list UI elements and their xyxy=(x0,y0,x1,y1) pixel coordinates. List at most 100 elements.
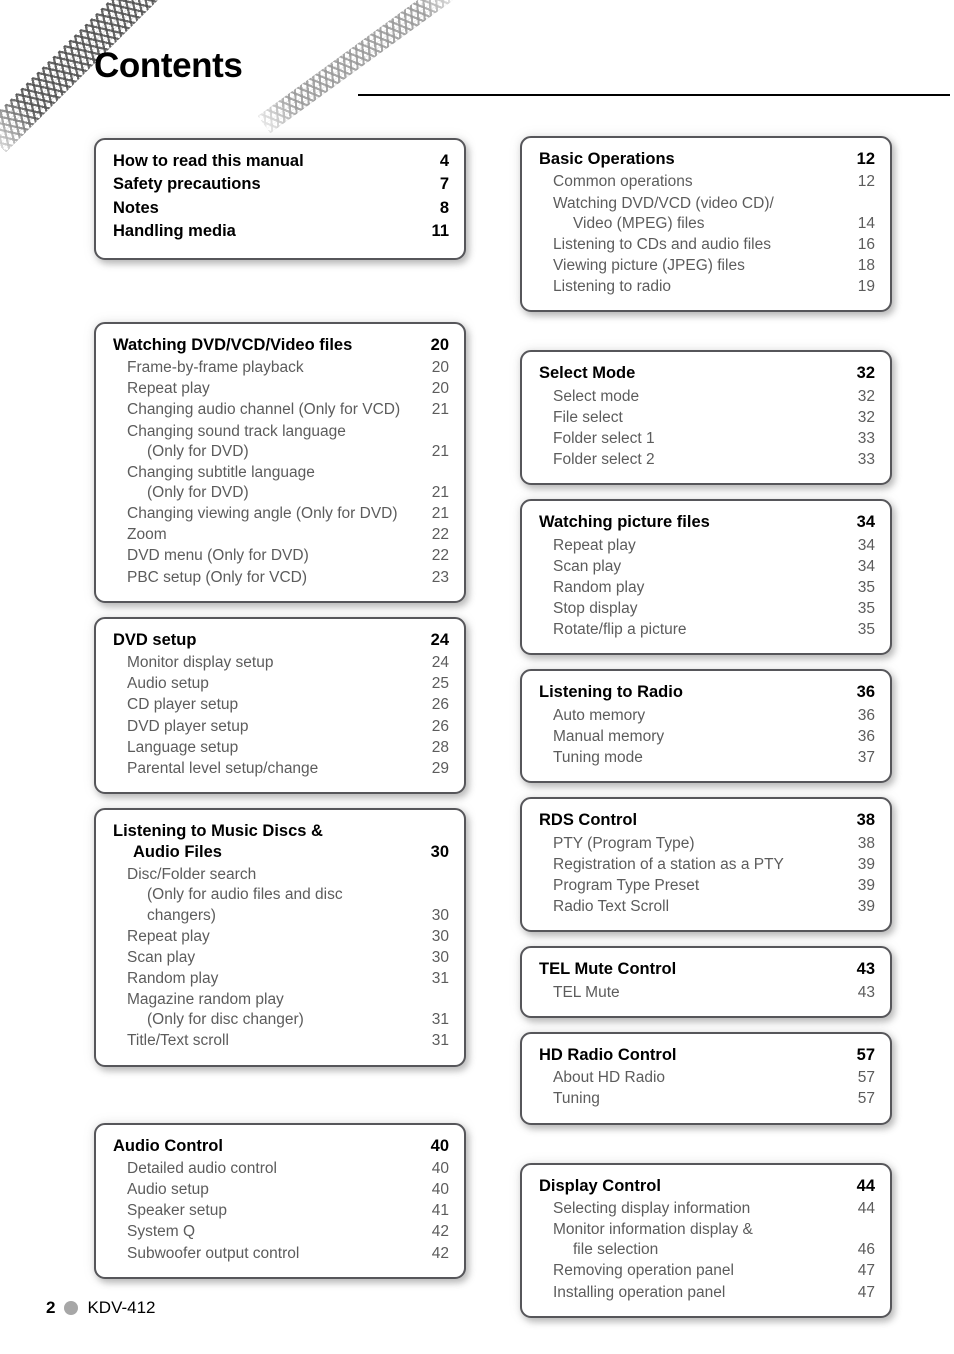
toc-entry-heading[interactable]: HD Radio Control 57 xyxy=(539,1045,875,1066)
toc-entry-heading[interactable]: Notes 8 xyxy=(113,198,449,219)
toc-entry-item[interactable]: Repeat play 30 xyxy=(113,927,449,947)
toc-entry-item[interactable]: DVD player setup 26 xyxy=(113,717,449,737)
toc-entry-item[interactable]: Repeat play 34 xyxy=(539,536,875,556)
toc-entry-item[interactable]: Selecting display information 44 xyxy=(539,1199,875,1219)
toc-entry-item[interactable]: Magazine random play (Only for disc chang… xyxy=(113,990,449,1030)
decorative-braid-band-secondary xyxy=(258,0,457,133)
toc-entry-item[interactable]: File select 32 xyxy=(539,408,875,428)
toc-entry-page-number: 30 xyxy=(431,948,449,966)
toc-entry-item[interactable]: Radio Text Scroll 39 xyxy=(539,897,875,917)
toc-entry-item[interactable]: CD player setup 26 xyxy=(113,695,449,715)
toc-entry-title: Changing subtitle language (Only for DVD) xyxy=(127,463,421,503)
toc-entry-item[interactable]: Frame-by-frame playback 20 xyxy=(113,358,449,378)
toc-entry-title: Watching DVD/VCD (video CD)/Video (MPEG)… xyxy=(553,194,847,234)
toc-entry-page-number: 35 xyxy=(857,621,875,639)
display-control-box: Display Control 44 Selecting display infor… xyxy=(520,1162,892,1318)
toc-entry-heading[interactable]: RDS Control 38 xyxy=(539,810,875,831)
toc-entry-item[interactable]: Tuning mode 37 xyxy=(539,748,875,768)
toc-entry-heading[interactable]: Listening to Music Discs & Audio Files 30 xyxy=(113,821,449,863)
toc-entry-title: Changing audio channel (Only for VCD) xyxy=(127,401,401,419)
toc-entry-title: Listening to radio xyxy=(553,278,672,296)
toc-entry-item[interactable]: Folder select 1 33 xyxy=(539,429,875,449)
toc-entry-heading[interactable]: Safety precautions 7 xyxy=(113,174,449,195)
toc-entry-title: Repeat play xyxy=(127,380,210,398)
toc-entry-item[interactable]: Detailed audio control 40 xyxy=(113,1159,449,1179)
toc-entry-page-number: 18 xyxy=(857,257,875,274)
toc-entry-title: Listening to Music Discs & Audio Files xyxy=(113,821,419,863)
toc-entry-heading[interactable]: Watching DVD/VCD/Video files 20 xyxy=(113,335,449,356)
toc-entry-item[interactable]: Audio setup 40 xyxy=(113,1180,449,1200)
toc-entry-page-number: 11 xyxy=(431,222,449,241)
toc-entry-heading[interactable]: How to read this manual 4 xyxy=(113,151,449,172)
toc-entry-item[interactable]: Title/Text scroll 31 xyxy=(113,1031,449,1051)
toc-entry-title: Watching picture files xyxy=(539,513,710,532)
toc-entry-item[interactable]: Rotate/flip a picture 35 xyxy=(539,620,875,640)
toc-entry-item[interactable]: Disc/Folder search (Only for audio files … xyxy=(113,865,449,925)
toc-entry-title: Display Control xyxy=(539,1176,661,1195)
toc-entry-item[interactable]: Changing audio channel (Only for VCD) 21 xyxy=(113,400,449,420)
toc-entry-item[interactable]: DVD menu (Only for DVD) 22 xyxy=(113,546,449,566)
toc-entry-item[interactable]: System Q 42 xyxy=(113,1222,449,1242)
toc-entry-item[interactable]: Registration of a station as a PTY 39 xyxy=(539,855,875,875)
toc-entry-item[interactable]: Random play 35 xyxy=(539,578,875,598)
toc-entry-item[interactable]: Parental level setup/change 29 xyxy=(113,759,449,779)
toc-entry-item[interactable]: Installing operation panel 47 xyxy=(539,1283,875,1303)
toc-entry-page-number: 31 xyxy=(431,1032,449,1050)
toc-entry-item[interactable]: Scan play 34 xyxy=(539,557,875,577)
toc-entry-item[interactable]: Speaker setup 41 xyxy=(113,1201,449,1221)
toc-entry-heading[interactable]: Select Mode 32 xyxy=(539,363,875,384)
toc-entry-item[interactable]: Scan play 30 xyxy=(113,948,449,968)
toc-entry-title: Monitor display setup xyxy=(127,654,274,672)
toc-entry-item[interactable]: PTY (Program Type) 38 xyxy=(539,834,875,854)
toc-entry-item[interactable]: Viewing picture (JPEG) files 18 xyxy=(539,256,875,276)
toc-entry-title: Title/Text scroll xyxy=(127,1032,229,1050)
toc-entry-item[interactable]: Audio setup 25 xyxy=(113,674,449,694)
toc-entry-title: Select Mode xyxy=(539,364,636,383)
toc-entry-page-number: 34 xyxy=(856,513,875,532)
toc-entry-heading[interactable]: Handling media 11 xyxy=(113,221,449,242)
toc-entry-item[interactable]: Listening to radio 19 xyxy=(539,277,875,297)
toc-entry-item[interactable]: Folder select 2 33 xyxy=(539,450,875,470)
toc-entry-heading[interactable]: TEL Mute Control 43 xyxy=(539,959,875,980)
toc-entry-title: Auto memory xyxy=(553,706,646,724)
toc-entry-item[interactable]: Subwoofer output control 42 xyxy=(113,1244,449,1264)
toc-entry-page-number: 47 xyxy=(857,1283,875,1301)
toc-entry-item[interactable]: Stop display 35 xyxy=(539,599,875,619)
toc-entry-item[interactable]: About HD Radio 57 xyxy=(539,1068,875,1088)
toc-entry-page-number: 19 xyxy=(857,278,875,296)
toc-entry-heading[interactable]: Display Control 44 xyxy=(539,1176,875,1197)
toc-entry-item[interactable]: Zoom 22 xyxy=(113,525,449,545)
toc-entry-item[interactable]: Changing subtitle language (Only for DVD)… xyxy=(113,463,449,503)
toc-entry-heading[interactable]: DVD setup 24 xyxy=(113,630,449,651)
toc-entry-title: Select mode xyxy=(553,387,640,405)
toc-entry-item[interactable]: Removing operation panel 47 xyxy=(539,1261,875,1281)
toc-entry-item[interactable]: Watching DVD/VCD (video CD)/Video (MPEG)… xyxy=(539,194,875,234)
toc-entry-item[interactable]: Changing viewing angle (Only for DVD) 21 xyxy=(113,504,449,524)
toc-entry-item[interactable]: TEL Mute 43 xyxy=(539,983,875,1003)
toc-entry-title-continuation: (Only for DVD) xyxy=(147,442,249,460)
toc-entry-title: Subwoofer output control xyxy=(127,1244,300,1262)
toc-entry-item[interactable]: Repeat play 20 xyxy=(113,379,449,399)
toc-entry-item[interactable]: Monitor display setup 24 xyxy=(113,653,449,673)
toc-entry-item[interactable]: Random play 31 xyxy=(113,969,449,989)
toc-entry-item[interactable]: Manual memory 36 xyxy=(539,727,875,747)
toc-entry-item[interactable]: Common operations 12 xyxy=(539,172,875,192)
toc-entry-item[interactable]: Select mode 32 xyxy=(539,387,875,407)
toc-entry-item[interactable]: Monitor information display & file select… xyxy=(539,1220,875,1260)
footer-bullet-icon xyxy=(64,1301,79,1315)
toc-entry-item[interactable]: Program Type Preset 39 xyxy=(539,876,875,896)
toc-entry-heading[interactable]: Audio Control 40 xyxy=(113,1136,449,1157)
toc-entry-heading[interactable]: Basic Operations 12 xyxy=(539,149,875,170)
toc-entry-item[interactable]: Language setup 28 xyxy=(113,738,449,758)
toc-entry-title: Manual memory xyxy=(553,728,665,745)
toc-entry-item[interactable]: Tuning 57 xyxy=(539,1089,875,1109)
toc-entry-page-number: 16 xyxy=(857,235,875,253)
toc-entry-item[interactable]: Listening to CDs and audio files 16 xyxy=(539,235,875,255)
toc-entry-item[interactable]: PBC setup (Only for VCD) 23 xyxy=(113,568,449,588)
toc-entry-heading[interactable]: Listening to Radio 36 xyxy=(539,682,875,703)
toc-entry-heading[interactable]: Watching picture files 34 xyxy=(539,512,875,533)
toc-entry-item[interactable]: Changing sound track language (Only for D… xyxy=(113,422,449,462)
toc-entry-item[interactable]: Auto memory 36 xyxy=(539,706,875,726)
toc-entry-page-number: 24 xyxy=(430,630,449,649)
toc-entry-title: Monitor information display & file select… xyxy=(553,1220,847,1260)
